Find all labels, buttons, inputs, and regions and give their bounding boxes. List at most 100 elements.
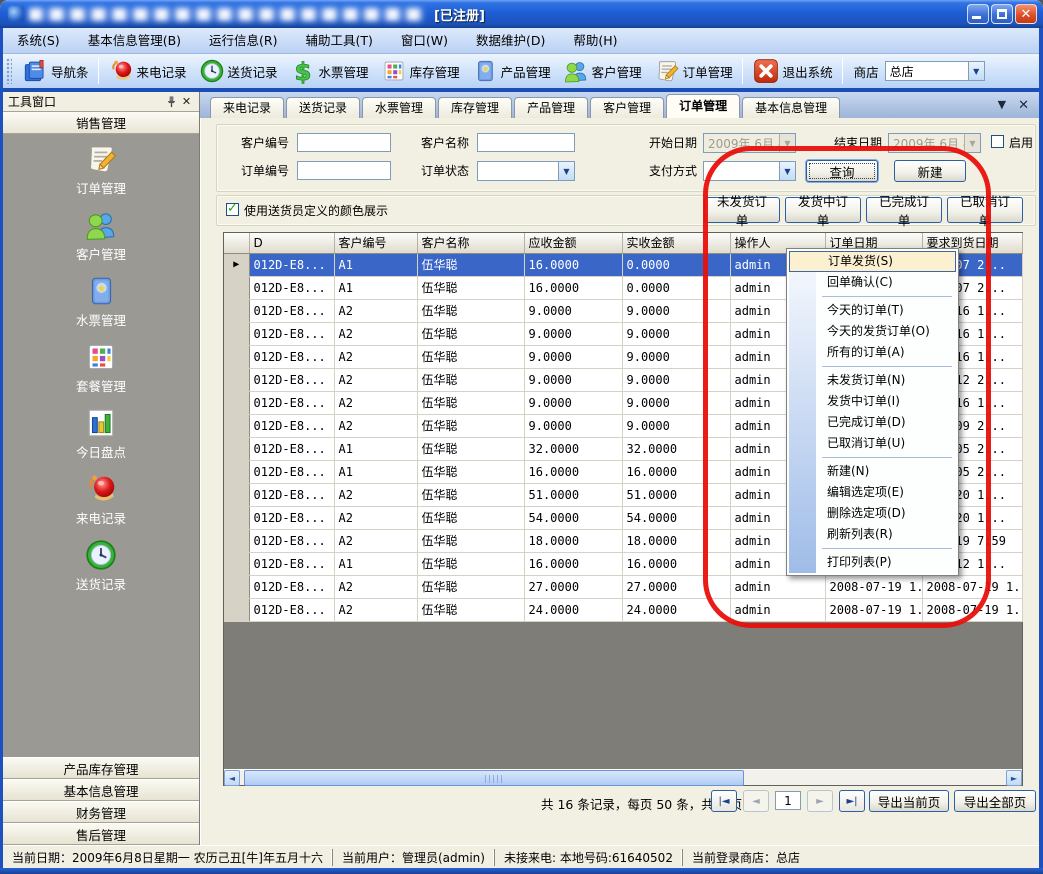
document-tab[interactable]: 客户管理 [590, 97, 664, 118]
context-menu-item[interactable]: 刷新列表(R) [789, 524, 956, 545]
document-tab[interactable]: 水票管理 [362, 97, 436, 118]
cell-receivable[interactable]: 51.0000 [524, 483, 622, 506]
cell-order-date[interactable]: 2008-07-19 1... [825, 598, 922, 621]
cell-required-date[interactable]: 2008-07-19 1... [922, 598, 1022, 621]
column-header[interactable] [224, 233, 249, 253]
shop-select[interactable]: 总店 ▼ [885, 61, 985, 81]
cell-id[interactable]: 012D-E8... [249, 552, 334, 575]
toolbar-call-log-button[interactable]: 来电记录 [102, 56, 193, 86]
document-tab[interactable]: 订单管理 [666, 94, 740, 118]
row-selector[interactable] [224, 598, 249, 621]
cell-customer-name[interactable]: 伍华聪 [417, 391, 524, 414]
cell-customer-name[interactable]: 伍华聪 [417, 276, 524, 299]
menu-bar-item[interactable]: 帮助(H) [559, 28, 631, 53]
cell-customer-code[interactable]: A2 [334, 391, 417, 414]
context-menu-item[interactable]: 新建(N) [789, 461, 956, 482]
cell-customer-code[interactable]: A2 [334, 322, 417, 345]
chevron-down-icon[interactable]: ▼ [558, 162, 574, 180]
cell-customer-name[interactable]: 伍华聪 [417, 483, 524, 506]
chevron-down-icon[interactable]: ▼ [998, 98, 1006, 113]
cell-customer-name[interactable]: 伍华聪 [417, 552, 524, 575]
row-selector[interactable] [224, 345, 249, 368]
customer-code-input[interactable] [297, 133, 391, 152]
cell-id[interactable]: 012D-E8... [249, 299, 334, 322]
cell-operator[interactable]: admin [730, 575, 825, 598]
start-date-picker[interactable]: 2009年 6月 8日 ▼ [703, 133, 796, 153]
cell-id[interactable]: 012D-E8... [249, 437, 334, 460]
cell-id[interactable]: 012D-E8... [249, 460, 334, 483]
cell-customer-code[interactable]: A2 [334, 368, 417, 391]
menu-bar-item[interactable]: 运行信息(R) [195, 28, 291, 53]
column-header[interactable]: 客户名称 [417, 233, 524, 253]
cell-id[interactable]: 012D-E8... [249, 322, 334, 345]
cell-receivable[interactable]: 24.0000 [524, 598, 622, 621]
color-display-checkbox[interactable] [226, 203, 239, 216]
cell-received[interactable]: 9.0000 [622, 391, 730, 414]
context-menu-item[interactable]: 打印列表(P) [789, 552, 956, 573]
context-menu-item[interactable] [789, 454, 956, 461]
cell-received[interactable]: 9.0000 [622, 414, 730, 437]
cell-order-date[interactable]: 2008-07-19 1... [825, 575, 922, 598]
sidebar-group-button[interactable]: 产品库存管理 [3, 757, 199, 779]
cell-receivable[interactable]: 32.0000 [524, 437, 622, 460]
toolbar-order-button[interactable]: 订单管理 [648, 56, 739, 86]
cell-receivable[interactable]: 9.0000 [524, 345, 622, 368]
pay-method-select[interactable]: ▼ [703, 161, 796, 181]
context-menu-item[interactable]: 已完成订单(D) [789, 412, 956, 433]
cell-id[interactable]: 012D-E8... [249, 575, 334, 598]
close-icon[interactable]: ✕ [179, 95, 194, 108]
prev-page-button[interactable]: ◄ [743, 790, 769, 812]
page-number-input[interactable] [775, 791, 801, 810]
context-menu-item[interactable]: 编辑选定项(E) [789, 482, 956, 503]
cell-customer-code[interactable]: A2 [334, 299, 417, 322]
row-selector[interactable] [224, 391, 249, 414]
cell-id[interactable]: 012D-E8... [249, 253, 334, 276]
status-filter-button[interactable]: 已取消订单 [947, 197, 1023, 223]
new-button[interactable]: 新建 [894, 160, 966, 182]
status-filter-button[interactable]: 发货中订单 [785, 197, 861, 223]
cell-received[interactable]: 16.0000 [622, 552, 730, 575]
close-button[interactable]: ✕ [1015, 4, 1037, 24]
cell-receivable[interactable]: 9.0000 [524, 391, 622, 414]
table-row[interactable]: 012D-E8... A2 伍华聪 24.0000 24.0000 admin … [224, 598, 1022, 621]
cell-receivable[interactable]: 54.0000 [524, 506, 622, 529]
status-filter-button[interactable]: 已完成订单 [866, 197, 942, 223]
menu-bar-item[interactable]: 基本信息管理(B) [74, 28, 195, 53]
column-header[interactable]: 客户编号 [334, 233, 417, 253]
cell-customer-code[interactable]: A2 [334, 414, 417, 437]
row-selector[interactable] [224, 483, 249, 506]
cell-customer-name[interactable]: 伍华聪 [417, 460, 524, 483]
menu-bar-item[interactable]: 系统(S) [3, 28, 74, 53]
minimize-button[interactable] [967, 4, 989, 24]
toolbar-exit-button[interactable]: 退出系统 [746, 56, 839, 86]
export-current-page-button[interactable]: 导出当前页 [869, 790, 949, 812]
row-selector[interactable] [224, 437, 249, 460]
cell-id[interactable]: 012D-E8... [249, 483, 334, 506]
context-menu-item[interactable]: 未发货订单(N) [789, 370, 956, 391]
cell-id[interactable]: 012D-E8... [249, 414, 334, 437]
query-button[interactable]: 查询 [806, 160, 878, 182]
context-menu-item[interactable]: 今天的订单(T) [789, 300, 956, 321]
cell-received[interactable]: 32.0000 [622, 437, 730, 460]
context-menu-item[interactable]: 删除选定项(D) [789, 503, 956, 524]
scrollbar-thumb[interactable] [244, 770, 744, 786]
scroll-left-icon[interactable]: ◄ [224, 770, 240, 786]
sidebar-item-delivery-log[interactable]: 送货记录 [76, 538, 126, 593]
context-menu-item[interactable] [789, 363, 956, 370]
cell-id[interactable]: 012D-E8... [249, 345, 334, 368]
cell-receivable[interactable]: 18.0000 [524, 529, 622, 552]
column-header[interactable]: 应收金额 [524, 233, 622, 253]
next-page-button[interactable]: ► [807, 790, 833, 812]
row-selector[interactable] [224, 299, 249, 322]
cell-id[interactable]: 012D-E8... [249, 368, 334, 391]
cell-customer-code[interactable]: A1 [334, 552, 417, 575]
last-page-button[interactable]: ►| [839, 790, 865, 812]
row-selector[interactable] [224, 276, 249, 299]
scroll-right-icon[interactable]: ► [1006, 770, 1022, 786]
sidebar-group-button[interactable]: 售后管理 [3, 823, 199, 845]
context-menu-item[interactable]: 所有的订单(A) [789, 342, 956, 363]
toolbar-delivery-button[interactable]: 送货记录 [193, 56, 284, 86]
cell-customer-name[interactable]: 伍华聪 [417, 575, 524, 598]
cell-customer-name[interactable]: 伍华聪 [417, 322, 524, 345]
cell-customer-name[interactable]: 伍华聪 [417, 529, 524, 552]
